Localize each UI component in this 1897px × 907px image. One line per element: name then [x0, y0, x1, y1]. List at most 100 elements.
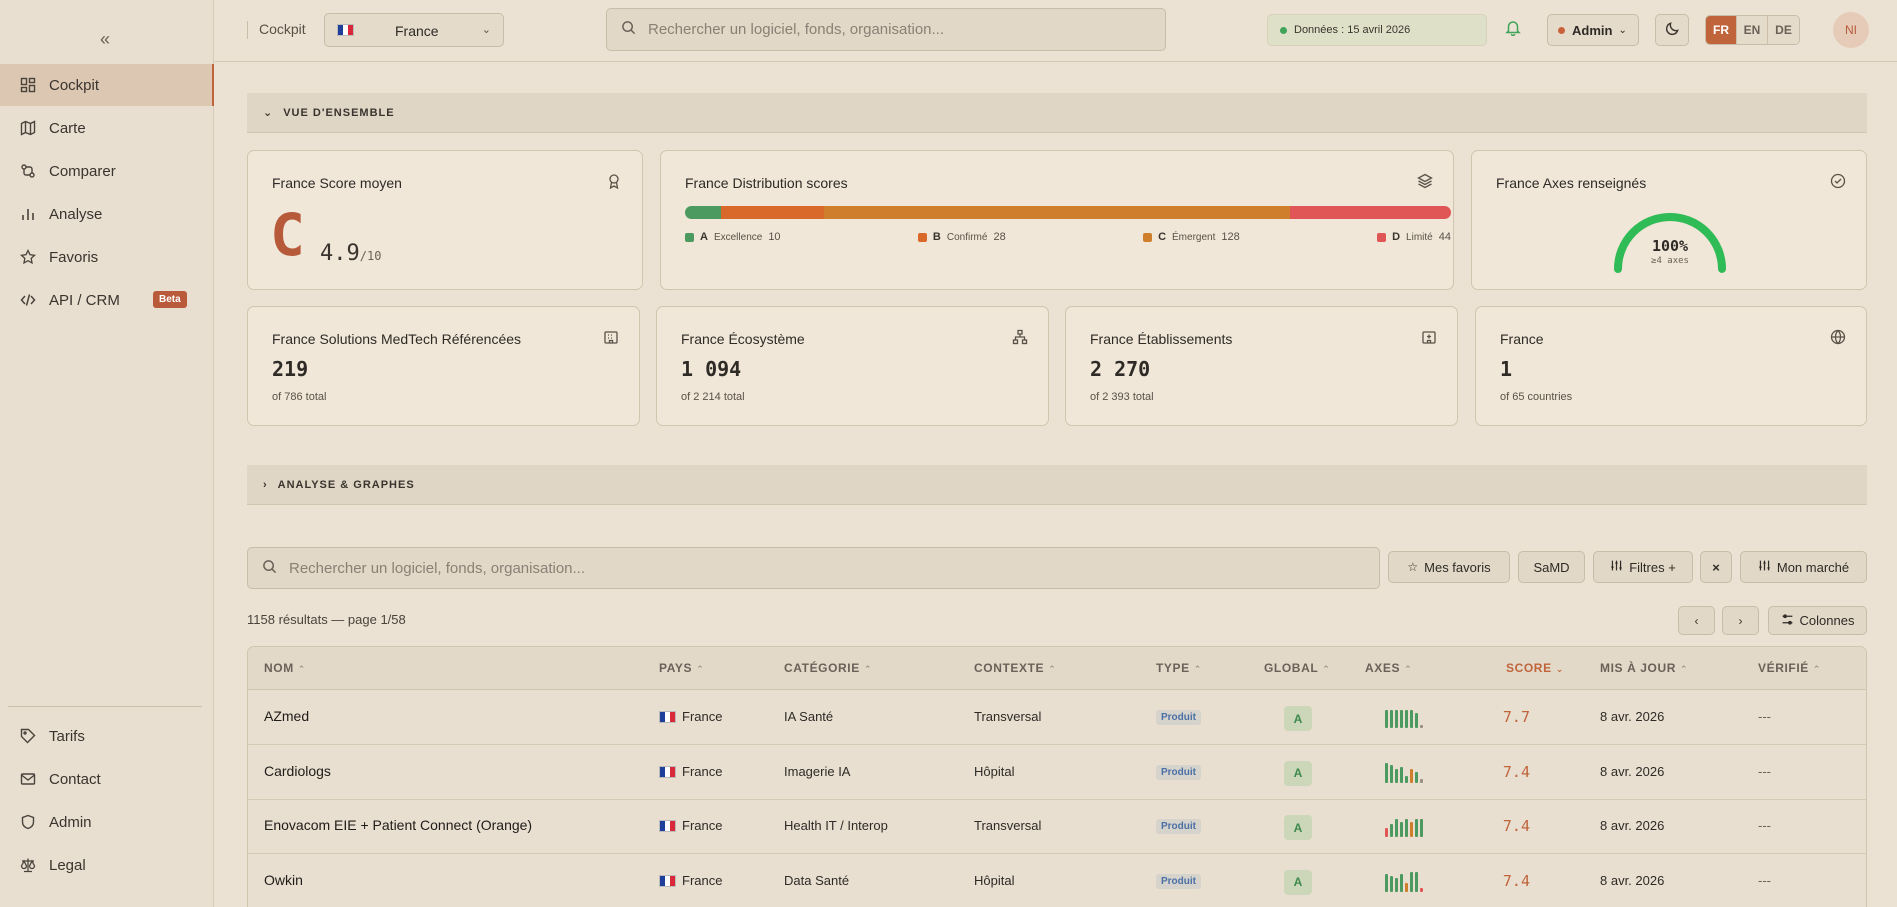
row-country: France: [659, 764, 722, 779]
row-global-grade: A: [1284, 869, 1312, 895]
sidebar-item-comparer[interactable]: Comparer: [0, 150, 214, 192]
filters-button[interactable]: Filtres +: [1593, 551, 1693, 583]
stat-card-title: France Écosystème: [681, 331, 805, 347]
sidebar-item-carte[interactable]: Carte: [0, 107, 214, 149]
breadcrumb[interactable]: Cockpit: [259, 21, 306, 37]
table-row[interactable]: Owkin France Data Santé Hôpital Produit A 7.4 8…: [248, 855, 1866, 907]
axis-bar: [1385, 710, 1388, 728]
bell-icon[interactable]: [1505, 19, 1521, 39]
country-select-value: France: [395, 23, 439, 39]
row-updated: 8 avr. 2026: [1600, 872, 1665, 888]
column-header-verified[interactable]: VÉRIFIÉ ⌃: [1758, 661, 1821, 675]
sidebar-item-admin[interactable]: Admin: [0, 801, 214, 843]
global-search-input[interactable]: Rechercher un logiciel, fonds, organisat…: [606, 8, 1166, 51]
score-card: France Score moyen C 4.9/10: [247, 150, 643, 290]
sliders-icon: [1610, 559, 1623, 575]
sidebar-item-contact[interactable]: Contact: [0, 758, 214, 800]
axis-bar: [1420, 888, 1423, 892]
column-header-axes[interactable]: AXES ⌃: [1365, 661, 1412, 675]
collapse-sidebar-button[interactable]: «: [96, 28, 114, 50]
overview-section-toggle[interactable]: ⌄ VUE D'ENSEMBLE: [247, 93, 1867, 133]
globe-icon: [1830, 329, 1846, 348]
analysis-section-toggle[interactable]: › ANALYSE & GRAPHES: [247, 465, 1867, 505]
row-name[interactable]: Cardiologs: [264, 763, 331, 779]
sidebar-item-cockpit[interactable]: Cockpit: [0, 64, 214, 106]
legend-letter: A: [700, 231, 708, 243]
compare-icon: [20, 163, 36, 179]
column-header-contexte[interactable]: CONTEXTE ⌃: [974, 661, 1056, 675]
list-search-input[interactable]: Rechercher un logiciel, fonds, organisat…: [247, 547, 1380, 589]
table-row[interactable]: AZmed France IA Santé Transversal Produit A 7.…: [248, 691, 1866, 745]
row-type-badge: Produit: [1156, 710, 1201, 725]
chevron-left-icon: ‹: [1694, 613, 1699, 628]
distribution-legend: A Excellence 10 B Confirmé 28 C Émergent 128 D Lim…: [685, 231, 1451, 243]
prev-page-button[interactable]: ‹: [1678, 606, 1715, 635]
column-header-global[interactable]: GLOBAL ⌃: [1264, 661, 1330, 675]
shield-icon: [20, 814, 36, 830]
axis-bar: [1405, 882, 1408, 892]
stat-card-sub: of 2 393 total: [1090, 391, 1154, 403]
column-header-label: PAYS: [659, 661, 693, 675]
column-header-pays[interactable]: PAYS ⌃: [659, 661, 704, 675]
theme-toggle-button[interactable]: [1655, 14, 1689, 46]
column-header-nom[interactable]: NOM ⌃: [264, 661, 306, 675]
axis-bar: [1390, 823, 1393, 837]
code-icon: [20, 292, 36, 308]
avatar[interactable]: NI: [1833, 12, 1869, 48]
sidebar-item-label: Tarifs: [49, 727, 85, 745]
legend-count: 128: [1221, 231, 1240, 243]
row-country: France: [659, 873, 722, 888]
column-header-label: AXES: [1365, 661, 1401, 675]
axis-bar: [1405, 775, 1408, 783]
scale-icon: [20, 857, 36, 873]
row-name[interactable]: Owkin: [264, 872, 303, 888]
row-type-badge: Produit: [1156, 819, 1201, 834]
check-circle-icon: [1830, 173, 1846, 192]
axis-bar: [1390, 764, 1393, 783]
column-header-updated[interactable]: MIS À JOUR ⌃: [1600, 661, 1688, 675]
sidebar-item-analyse[interactable]: Analyse: [0, 193, 214, 235]
clear-filters-button[interactable]: ×: [1700, 551, 1732, 583]
row-country-label: France: [682, 709, 723, 724]
beta-badge: Beta: [153, 291, 187, 308]
sidebar-item-favoris[interactable]: Favoris: [0, 236, 214, 278]
stat-card-title: France: [1500, 331, 1544, 347]
sliders-icon: [1758, 559, 1771, 575]
row-name[interactable]: Enovacom EIE + Patient Connect (Orange): [264, 817, 532, 833]
building-icon: [603, 329, 619, 348]
sort-icon: ⌃: [863, 664, 873, 674]
star-icon: [20, 249, 36, 265]
stat-card-value: 1 094: [681, 357, 742, 381]
sidebar-item-tarifs[interactable]: Tarifs: [0, 715, 214, 757]
legend-item: A Excellence 10: [685, 231, 781, 243]
favorites-filter-button[interactable]: ☆ Mes favoris: [1388, 551, 1510, 583]
legend-count: 10: [768, 231, 781, 243]
legend-name: Limité: [1406, 231, 1433, 243]
table-row[interactable]: Enovacom EIE + Patient Connect (Orange) F…: [248, 800, 1866, 854]
row-name[interactable]: AZmed: [264, 708, 309, 724]
column-header-type[interactable]: TYPE ⌃: [1156, 661, 1202, 675]
sidebar-item-legal[interactable]: Legal: [0, 844, 214, 886]
legend-swatch: [917, 232, 927, 242]
column-header-label: CONTEXTE: [974, 661, 1045, 675]
columns-button[interactable]: Colonnes: [1768, 606, 1867, 635]
stat-card-sub: of 65 countries: [1500, 391, 1573, 403]
axis-bar: [1395, 878, 1398, 892]
lang-fr-button[interactable]: FR: [1706, 16, 1737, 44]
france-flag-icon: [659, 711, 676, 723]
grid-icon: [20, 77, 36, 93]
row-global-grade: A: [1284, 815, 1312, 840]
my-market-button[interactable]: Mon marché: [1740, 551, 1867, 583]
column-header-categorie[interactable]: CATÉGORIE ⌃: [784, 661, 872, 675]
lang-en-button[interactable]: EN: [1737, 16, 1768, 44]
admin-menu-button[interactable]: Admin ⌄: [1547, 14, 1639, 46]
sidebar-item-api-crm[interactable]: API / CRM Beta: [0, 279, 214, 321]
table-row[interactable]: Cardiologs France Imagerie IA Hôpital Produi…: [248, 746, 1866, 800]
samd-filter-button[interactable]: SaMD: [1518, 551, 1585, 583]
next-page-button[interactable]: ›: [1722, 606, 1759, 635]
score-value: 4.9/10: [320, 241, 381, 266]
country-select[interactable]: France ⌄: [324, 13, 504, 47]
lang-de-button[interactable]: DE: [1768, 16, 1799, 44]
column-header-score[interactable]: SCORE ⌄: [1506, 661, 1564, 675]
axes-card-title: France Axes renseignés: [1496, 175, 1647, 191]
